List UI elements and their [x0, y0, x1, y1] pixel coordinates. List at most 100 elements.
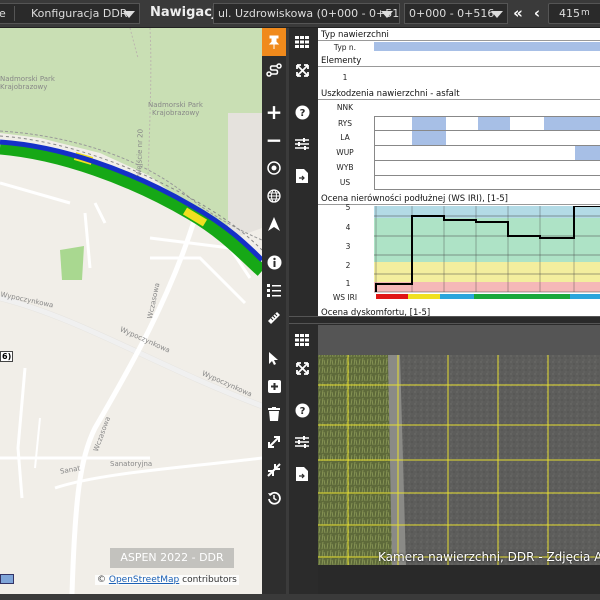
chevron-down-icon — [491, 11, 503, 18]
iri-tick: 5 — [345, 203, 351, 212]
svg-text:?: ? — [299, 108, 305, 119]
distance-field[interactable]: 415 m — [548, 3, 600, 24]
north-arrow-icon[interactable] — [262, 210, 286, 238]
panel-toolbar-bottom: ? — [290, 326, 314, 594]
first-page-icon[interactable]: « — [510, 4, 526, 22]
expand-icon[interactable] — [262, 428, 286, 456]
damage-block[interactable] — [478, 117, 510, 130]
add-icon[interactable] — [262, 372, 286, 400]
row-divider — [374, 160, 600, 161]
map-attribution: © OpenStreetMap contributors — [95, 575, 239, 585]
row-label: Typ n. — [333, 43, 357, 52]
config-divider — [14, 6, 15, 21]
iri-band-2 — [374, 262, 600, 282]
damage-label: LA — [340, 133, 350, 142]
map-label: Krajobrazowy — [0, 83, 48, 91]
splitter[interactable] — [286, 28, 289, 594]
zoom-out-icon[interactable]: − — [262, 126, 286, 154]
grid-icon[interactable] — [290, 28, 314, 56]
sliders-icon[interactable] — [290, 130, 314, 158]
globe-icon[interactable] — [262, 182, 286, 210]
iri-color-strip — [376, 294, 600, 299]
info-icon[interactable] — [262, 248, 286, 276]
road-select-value: ul. Uzdrowiskowa (0+000 - 0+516) — [218, 7, 400, 20]
help-icon[interactable]: ? — [290, 98, 314, 126]
damage-block[interactable] — [412, 117, 446, 130]
strip-yellow — [408, 294, 440, 299]
strip-cyan — [440, 294, 474, 299]
road — [69, 217, 198, 594]
route-icon[interactable] — [262, 56, 286, 84]
config-label: Konfiguracja DDR — [31, 7, 128, 20]
road-number-badge: 6) — [0, 351, 14, 362]
collapse-icon[interactable] — [262, 456, 286, 484]
section-header: Ocena dyskomfortu, [1-5] — [318, 308, 600, 316]
iri-tick: 4 — [345, 223, 351, 232]
green-field — [60, 246, 84, 280]
fullscreen-icon[interactable] — [290, 354, 314, 382]
row-label: 1 — [342, 73, 348, 82]
scale-bar — [0, 574, 14, 584]
osm-link[interactable]: OpenStreetMap — [109, 575, 179, 585]
damage-label: WYB — [336, 163, 354, 172]
list-icon[interactable] — [262, 276, 286, 304]
fullscreen-icon[interactable] — [290, 56, 314, 84]
damage-label: NNK — [336, 103, 354, 112]
panel-splitter[interactable] — [289, 316, 600, 324]
iri-chart[interactable] — [374, 206, 600, 298]
road — [0, 181, 71, 205]
chevron-down-icon — [123, 11, 135, 18]
watermark: ASPEN 2022 - DDR — [110, 548, 234, 568]
chevron-down-icon — [381, 11, 393, 18]
svg-text:?: ? — [299, 406, 305, 417]
road-select[interactable]: ul. Uzdrowiskowa (0+000 - 0+516) — [213, 3, 400, 24]
damage-grid-edge — [374, 116, 375, 189]
strip-red — [376, 294, 408, 299]
section-header: Typ nawierzchni — [318, 30, 600, 41]
help-icon[interactable]: ? — [290, 396, 314, 424]
map-label: Krajobrazowy — [152, 109, 200, 117]
zoom-in-icon[interactable]: + — [262, 98, 286, 126]
camera-view[interactable]: Kamera nawierzchni, DDR - Zdjęcia ASP — [318, 325, 600, 595]
damage-block[interactable] — [544, 117, 600, 130]
target-icon[interactable] — [262, 154, 286, 182]
iri-tick: 2 — [345, 261, 351, 270]
road — [16, 367, 27, 499]
map-view[interactable]: Nadmorski Park Krajobrazowy Nadmorski Pa… — [0, 28, 262, 594]
damage-block[interactable] — [575, 146, 600, 160]
cursor-icon[interactable] — [262, 344, 286, 372]
section-header: Uszkodzenia nawierzchni - asfalt — [318, 89, 600, 100]
road — [34, 417, 41, 469]
history-icon[interactable] — [262, 484, 286, 512]
chainage-select[interactable]: 0+000 - 0+516 — [404, 3, 508, 24]
iri-row-label: WS IRI — [332, 293, 358, 302]
road-data-panel: Typ nawierzchni Typ n. Elementy 1 Uszkod… — [318, 28, 600, 316]
distance-unit: m — [581, 8, 590, 18]
prev-icon[interactable]: ‹ — [531, 4, 543, 22]
attribution-suffix: contributors — [182, 575, 237, 585]
road — [0, 295, 262, 409]
config-select[interactable]: e Konfiguracja DDR — [0, 3, 140, 24]
pin-icon[interactable] — [262, 28, 286, 56]
map-toolbar: + − — [262, 28, 286, 594]
ruler-icon[interactable] — [262, 304, 286, 332]
row-divider — [374, 145, 600, 146]
chainage-select-value: 0+000 - 0+516 — [409, 7, 495, 20]
camera-caption: Kamera nawierzchni, DDR - Zdjęcia ASP — [378, 550, 600, 564]
attribution-prefix: © — [97, 575, 106, 585]
section-header: Elementy — [318, 56, 600, 67]
export-icon[interactable] — [290, 162, 314, 190]
row-divider — [374, 175, 600, 176]
trash-icon[interactable] — [262, 400, 286, 428]
grid-icon[interactable] — [290, 326, 314, 354]
iri-band-4 — [374, 218, 600, 262]
export-icon[interactable] — [290, 460, 314, 488]
sliders-icon[interactable] — [290, 428, 314, 456]
row-divider — [374, 189, 600, 190]
map-label: Nadmorski Park — [148, 101, 203, 109]
building-area — [228, 113, 262, 236]
status-bar — [0, 594, 600, 600]
surface-type-bar[interactable] — [374, 42, 600, 51]
damage-label: RYS — [337, 119, 353, 128]
damage-block[interactable] — [412, 131, 446, 145]
